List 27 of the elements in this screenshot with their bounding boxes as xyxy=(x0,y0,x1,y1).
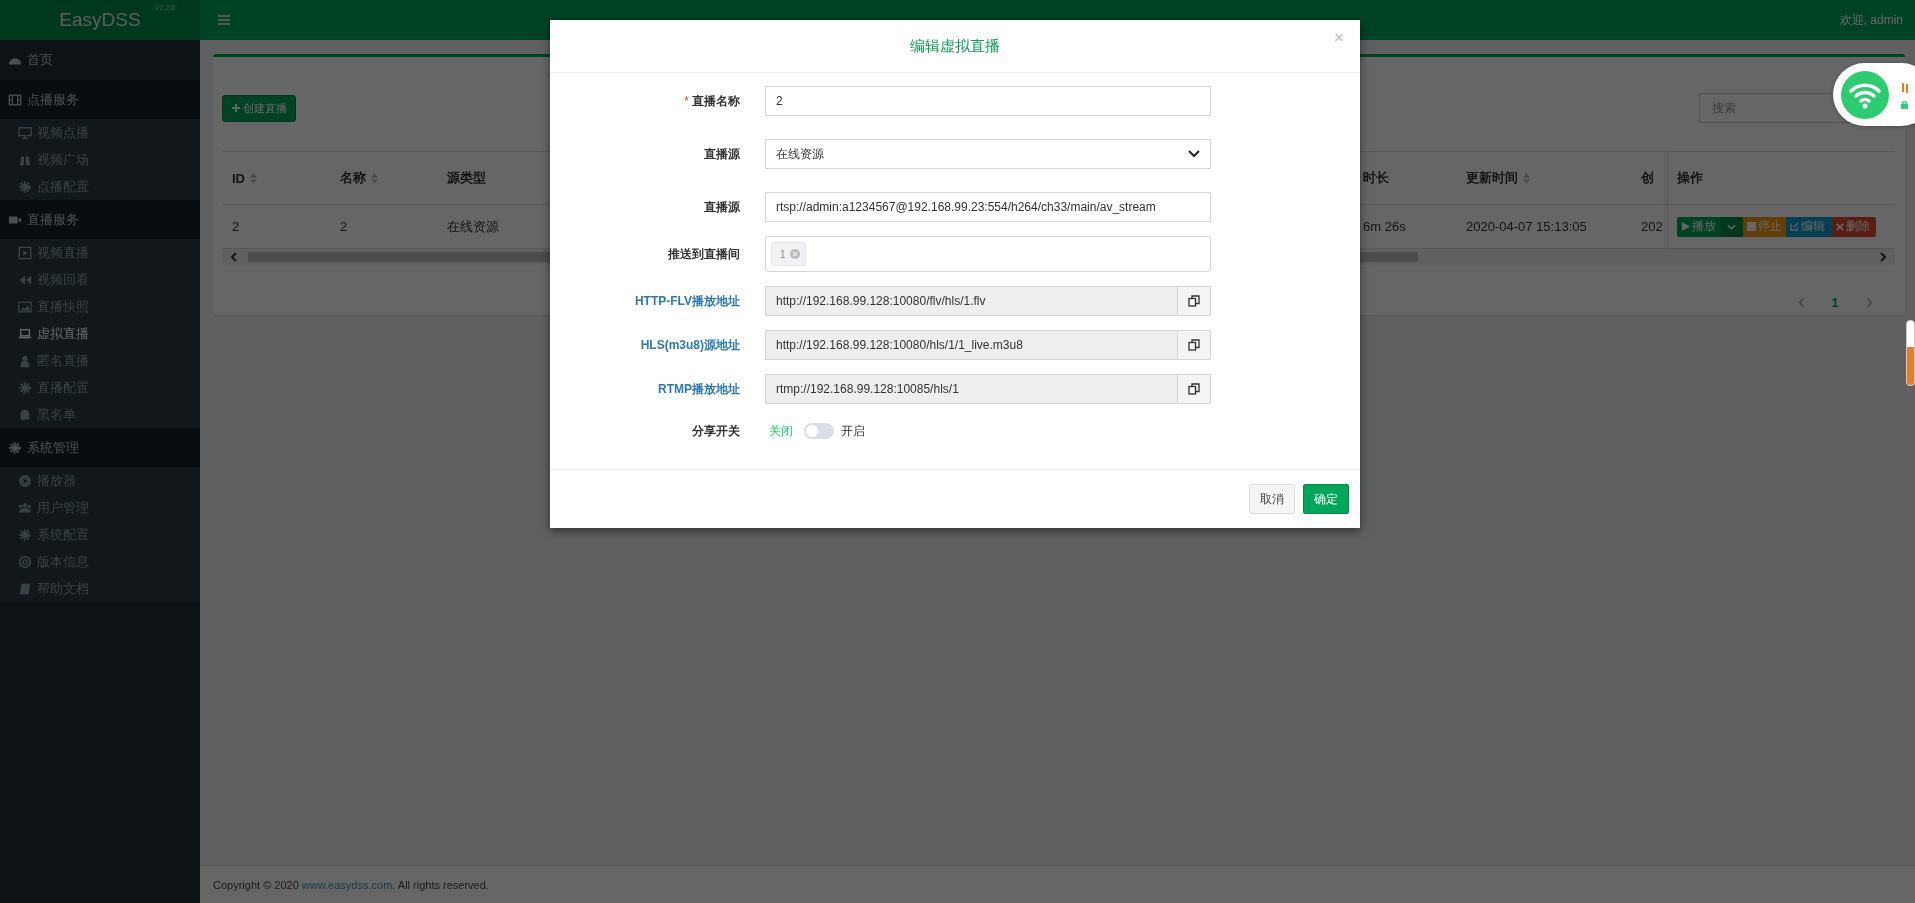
column-header: 操作 xyxy=(1677,169,1703,187)
on-label: 开启 xyxy=(841,422,865,440)
off-label: 关闭 xyxy=(768,422,794,440)
field-label: HTTP-FLV播放地址 xyxy=(634,292,740,310)
field-label: RTMP播放地址 xyxy=(658,380,740,398)
table-cell: 2 xyxy=(232,219,240,234)
field-label: 直播源 xyxy=(704,198,740,216)
table-cell: 在线资源 xyxy=(447,217,499,236)
tag-label: 1 xyxy=(780,248,786,260)
column-header: 创 xyxy=(1641,169,1654,187)
table-cell: 2 xyxy=(340,219,348,234)
field-label: 分享开关 xyxy=(692,422,740,440)
required-mark: * xyxy=(684,94,689,108)
column-header: ID xyxy=(232,170,245,186)
table-cell: 2020-04-07 15:13:05 xyxy=(1466,219,1587,234)
field-label: HLS(m3u8)源地址 xyxy=(640,336,740,354)
field-label: 推送到直播间 xyxy=(668,245,740,263)
column-header: 更新时间 xyxy=(1466,169,1518,187)
column-header: 时长 xyxy=(1363,169,1389,187)
field-label: 直播名称 xyxy=(692,92,740,110)
field-label: 直播源 xyxy=(704,145,740,163)
table-cell: 6m 26s xyxy=(1363,219,1406,234)
column-header: 源类型 xyxy=(447,169,486,187)
table-cell: 202 xyxy=(1641,219,1663,234)
copyright-text: Copyright © 2020 www.easydss.com. All rights reserved. xyxy=(213,878,489,891)
dialog-title: 编辑虚拟直播 xyxy=(910,36,1000,56)
column-header: 名称 xyxy=(340,169,366,187)
